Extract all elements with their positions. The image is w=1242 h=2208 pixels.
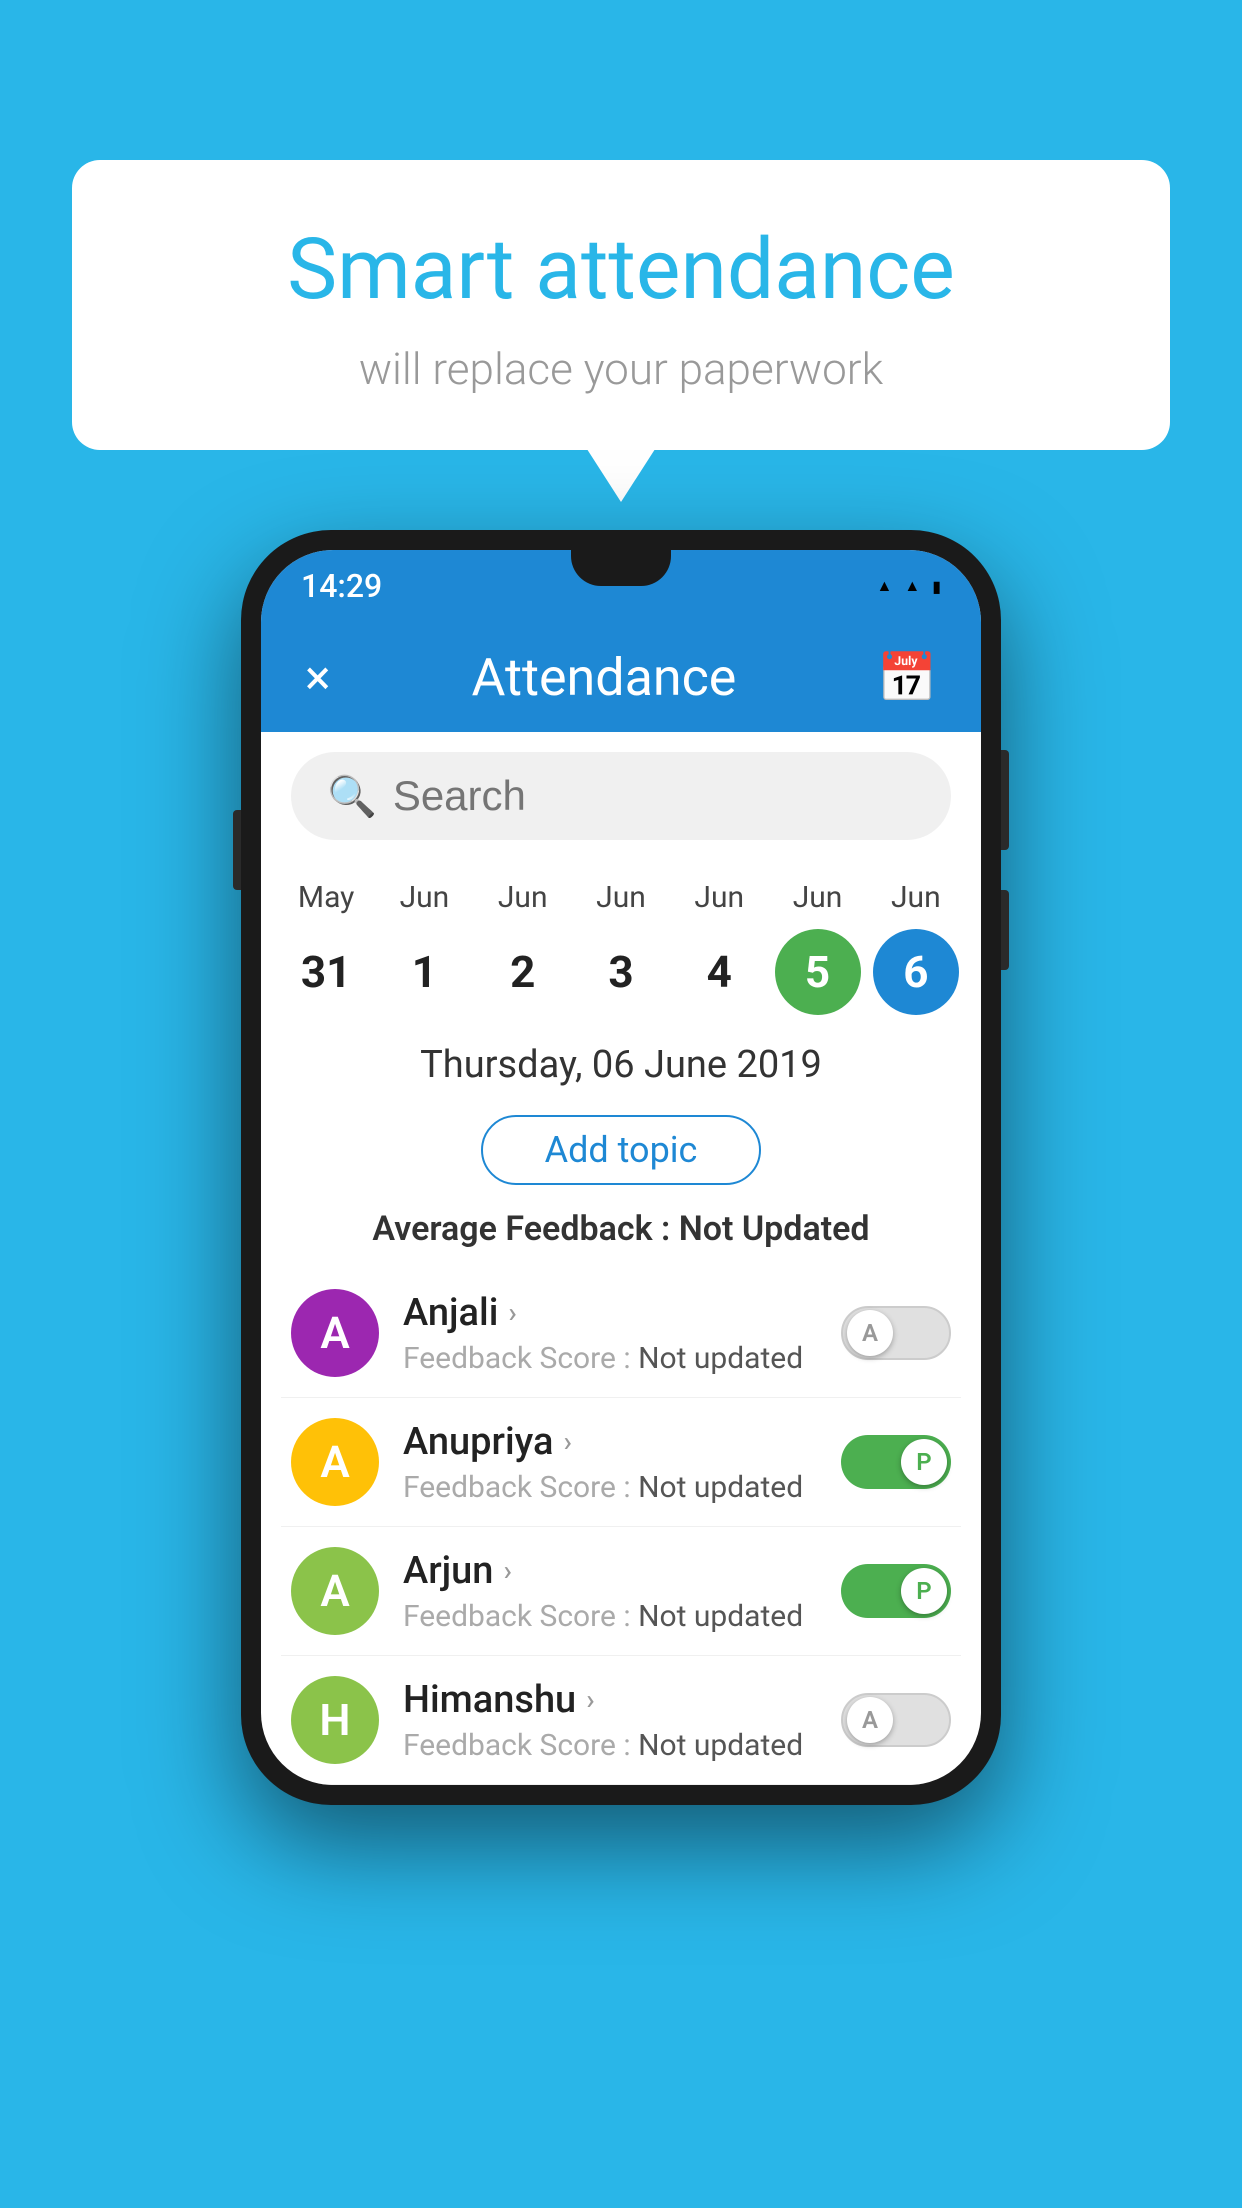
student-list: A Anjali › Feedback Score : Not updated …	[261, 1269, 981, 1785]
signal-icon: ▲	[904, 576, 920, 596]
add-topic-button[interactable]: Add topic	[481, 1115, 761, 1185]
close-icon[interactable]: ×	[305, 649, 331, 706]
student-name-anupriya[interactable]: Anupriya ›	[403, 1420, 817, 1464]
side-button-right-top	[1001, 750, 1009, 850]
cal-item-jun5[interactable]: Jun 5	[770, 880, 866, 1015]
feedback-score-himanshu: Feedback Score : Not updated	[403, 1728, 817, 1763]
app-bar-title: Attendance	[471, 647, 736, 708]
phone-screen: 14:29 ▲ ▲ ▮ × Attendance 📅 🔍	[261, 550, 981, 1785]
cal-item-jun1[interactable]: Jun 1	[376, 880, 472, 1015]
chevron-icon: ›	[586, 1683, 594, 1716]
phone-notch	[571, 550, 671, 586]
student-info-arjun: Arjun › Feedback Score : Not updated	[403, 1549, 817, 1634]
chevron-icon: ›	[508, 1296, 516, 1329]
cal-day-4[interactable]: 4	[676, 929, 762, 1015]
avatar-arjun: A	[291, 1547, 379, 1635]
cal-item-jun3[interactable]: Jun 3	[573, 880, 669, 1015]
toggle-anjali[interactable]: A	[841, 1306, 951, 1360]
speech-bubble: Smart attendance will replace your paper…	[72, 160, 1170, 450]
status-icons: ▲ ▲ ▮	[877, 576, 942, 596]
cal-item-jun4[interactable]: Jun 4	[671, 880, 767, 1015]
student-item-arjun: A Arjun › Feedback Score : Not updated P	[281, 1527, 961, 1656]
cal-month-1: Jun	[400, 880, 450, 915]
student-name-himanshu[interactable]: Himanshu ›	[403, 1678, 817, 1722]
feedback-score-anjali: Feedback Score : Not updated	[403, 1341, 817, 1376]
toggle-himanshu[interactable]: A	[841, 1693, 951, 1747]
chevron-icon: ›	[503, 1554, 511, 1587]
avatar-anjali: A	[291, 1289, 379, 1377]
speech-bubble-container: Smart attendance will replace your paper…	[72, 160, 1170, 450]
student-item-anupriya: A Anupriya › Feedback Score : Not update…	[281, 1398, 961, 1527]
phone-outer: 14:29 ▲ ▲ ▮ × Attendance 📅 🔍	[241, 530, 1001, 1805]
side-button-right-bottom	[1001, 890, 1009, 970]
search-icon: 🔍	[327, 773, 377, 820]
cal-month-0: May	[298, 880, 354, 915]
feedback-score-arjun: Feedback Score : Not updated	[403, 1599, 817, 1634]
avg-feedback: Average Feedback : Not Updated	[261, 1197, 981, 1269]
chevron-icon: ›	[563, 1425, 571, 1458]
calendar-icon[interactable]: 📅	[877, 649, 937, 706]
toggle-switch-anupriya[interactable]: P	[841, 1435, 951, 1489]
cal-day-6[interactable]: 6	[873, 929, 959, 1015]
cal-month-6: Jun	[891, 880, 941, 915]
cal-month-2: Jun	[498, 880, 548, 915]
cal-item-may31[interactable]: May 31	[278, 880, 374, 1015]
toggle-thumb-anjali: A	[847, 1310, 893, 1356]
status-time: 14:29	[301, 567, 382, 605]
avg-feedback-value: Not Updated	[679, 1209, 870, 1249]
cal-month-3: Jun	[596, 880, 646, 915]
battery-icon: ▮	[932, 577, 941, 596]
feedback-score-anupriya: Feedback Score : Not updated	[403, 1470, 817, 1505]
side-button-left	[233, 810, 241, 890]
toggle-arjun[interactable]: P	[841, 1564, 951, 1618]
cal-day-5[interactable]: 5	[775, 929, 861, 1015]
toggle-anupriya[interactable]: P	[841, 1435, 951, 1489]
cal-day-0[interactable]: 31	[283, 929, 369, 1015]
toggle-switch-anjali[interactable]: A	[841, 1306, 951, 1360]
toggle-switch-himanshu[interactable]: A	[841, 1693, 951, 1747]
cal-month-4: Jun	[694, 880, 744, 915]
avg-feedback-label: Average Feedback :	[372, 1209, 670, 1249]
toggle-thumb-himanshu: A	[847, 1697, 893, 1743]
cal-day-2[interactable]: 2	[480, 929, 566, 1015]
avatar-anupriya: A	[291, 1418, 379, 1506]
cal-item-jun6[interactable]: Jun 6	[868, 880, 964, 1015]
avatar-himanshu: H	[291, 1676, 379, 1764]
search-input[interactable]	[393, 772, 934, 820]
student-info-himanshu: Himanshu › Feedback Score : Not updated	[403, 1678, 817, 1763]
cal-month-5: Jun	[793, 880, 843, 915]
student-name-arjun[interactable]: Arjun ›	[403, 1549, 817, 1593]
student-info-anupriya: Anupriya › Feedback Score : Not updated	[403, 1420, 817, 1505]
toggle-thumb-arjun: P	[901, 1568, 947, 1614]
wifi-icon: ▲	[877, 576, 893, 596]
phone-container: 14:29 ▲ ▲ ▮ × Attendance 📅 🔍	[241, 530, 1001, 1805]
selected-date: Thursday, 06 June 2019	[261, 1015, 981, 1103]
search-bar: 🔍	[291, 752, 951, 840]
student-info-anjali: Anjali › Feedback Score : Not updated	[403, 1291, 817, 1376]
bubble-subtitle: will replace your paperwork	[132, 343, 1110, 395]
app-bar: × Attendance 📅	[261, 622, 981, 732]
toggle-thumb-anupriya: P	[901, 1439, 947, 1485]
cal-item-jun2[interactable]: Jun 2	[475, 880, 571, 1015]
student-name-anjali[interactable]: Anjali ›	[403, 1291, 817, 1335]
add-topic-label: Add topic	[545, 1129, 698, 1171]
student-item-himanshu: H Himanshu › Feedback Score : Not update…	[281, 1656, 961, 1785]
cal-day-1[interactable]: 1	[381, 929, 467, 1015]
cal-day-3[interactable]: 3	[578, 929, 664, 1015]
student-item-anjali: A Anjali › Feedback Score : Not updated …	[281, 1269, 961, 1398]
calendar-row: May 31 Jun 1 Jun 2 Jun 3 Jun 4	[261, 860, 981, 1015]
bubble-title: Smart attendance	[132, 220, 1110, 319]
toggle-switch-arjun[interactable]: P	[841, 1564, 951, 1618]
